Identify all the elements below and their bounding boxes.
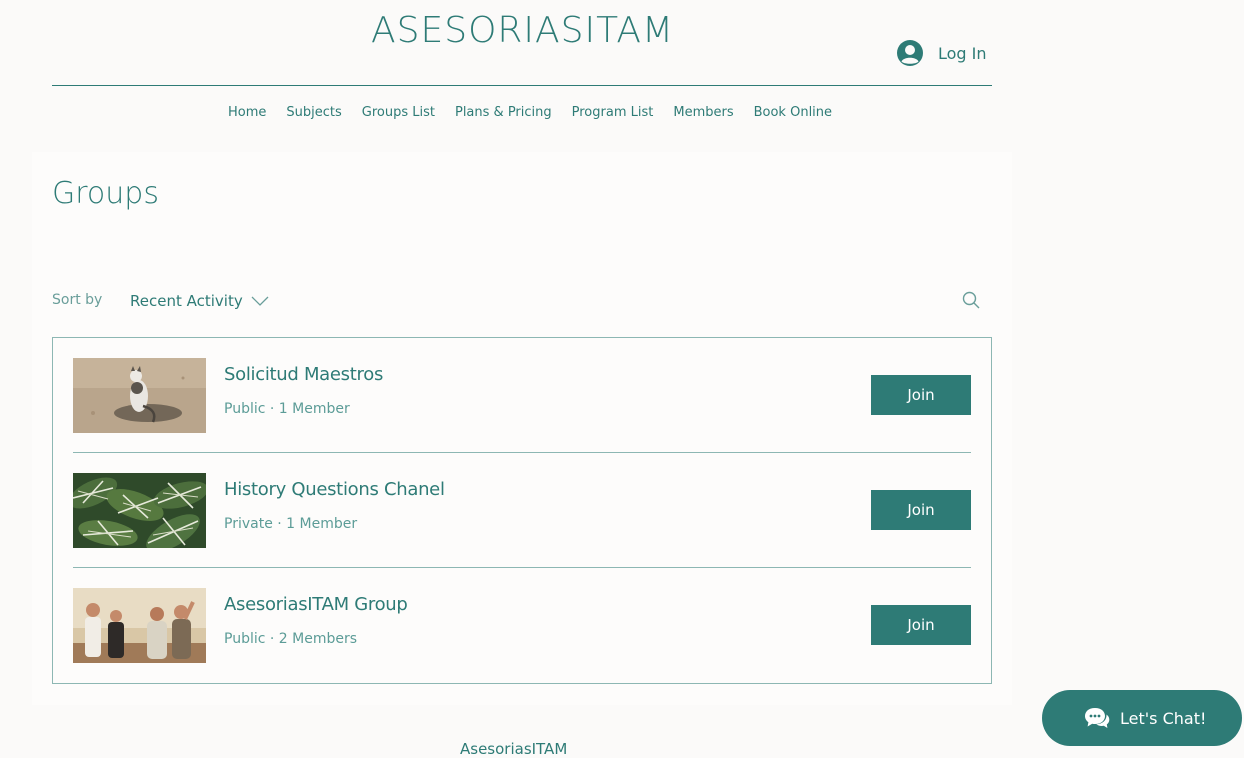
chat-bubbles-icon (1085, 708, 1110, 728)
join-button[interactable]: Join (871, 375, 971, 415)
site-title[interactable]: ASESORIASITAM (371, 10, 681, 51)
group-thumbnail[interactable] (73, 358, 206, 433)
group-thumbnail[interactable] (73, 473, 206, 548)
striped-leaves-image (73, 473, 206, 548)
group-row: AsesoriasITAM Group Public · 2 Members J… (73, 568, 971, 682)
group-row: Solicitud Maestros Public · 1 Member Joi… (73, 338, 971, 452)
nav-item-plans-pricing[interactable]: Plans & Pricing (445, 105, 562, 120)
chat-button[interactable]: Let's Chat! (1042, 690, 1242, 746)
user-circle-icon (897, 40, 923, 66)
group-thumbnail[interactable] (73, 588, 206, 663)
search-button[interactable] (961, 290, 981, 310)
chevron-down-icon (251, 296, 269, 306)
header-divider (52, 85, 992, 86)
nav-item-groups-list[interactable]: Groups List (352, 105, 445, 120)
main-nav: Home Subjects Groups List Plans & Pricin… (218, 101, 842, 123)
nav-item-program-list[interactable]: Program List (562, 105, 664, 120)
search-icon (962, 291, 980, 309)
nav-item-members[interactable]: Members (663, 105, 743, 120)
groups-list: Solicitud Maestros Public · 1 Member Joi… (52, 337, 992, 684)
sort-label: Sort by (52, 292, 103, 308)
group-meta: Public · 1 Member (224, 401, 350, 417)
footer-text: AsesoriasITAM (460, 740, 568, 758)
group-name[interactable]: Solicitud Maestros (224, 364, 383, 385)
group-name[interactable]: AsesoriasITAM Group (224, 594, 408, 615)
sort-dropdown[interactable]: Recent Activity (130, 292, 269, 310)
group-name[interactable]: History Questions Chanel (224, 479, 445, 500)
login-label: Log In (938, 43, 987, 63)
page-title: Groups (52, 176, 159, 211)
group-meta: Public · 2 Members (224, 631, 358, 647)
cat-on-sand-image (73, 358, 206, 433)
join-button[interactable]: Join (871, 490, 971, 530)
group-row: History Questions Chanel Private · 1 Mem… (73, 453, 971, 567)
chat-label: Let's Chat! (1120, 708, 1207, 728)
join-button[interactable]: Join (871, 605, 971, 645)
friends-group-image (73, 588, 206, 663)
nav-item-book-online[interactable]: Book Online (744, 105, 842, 120)
nav-item-subjects[interactable]: Subjects (276, 105, 351, 120)
nav-item-home[interactable]: Home (218, 105, 276, 120)
group-meta: Private · 1 Member (224, 516, 358, 532)
sort-value: Recent Activity (130, 292, 243, 310)
login-button[interactable]: Log In (896, 38, 987, 68)
